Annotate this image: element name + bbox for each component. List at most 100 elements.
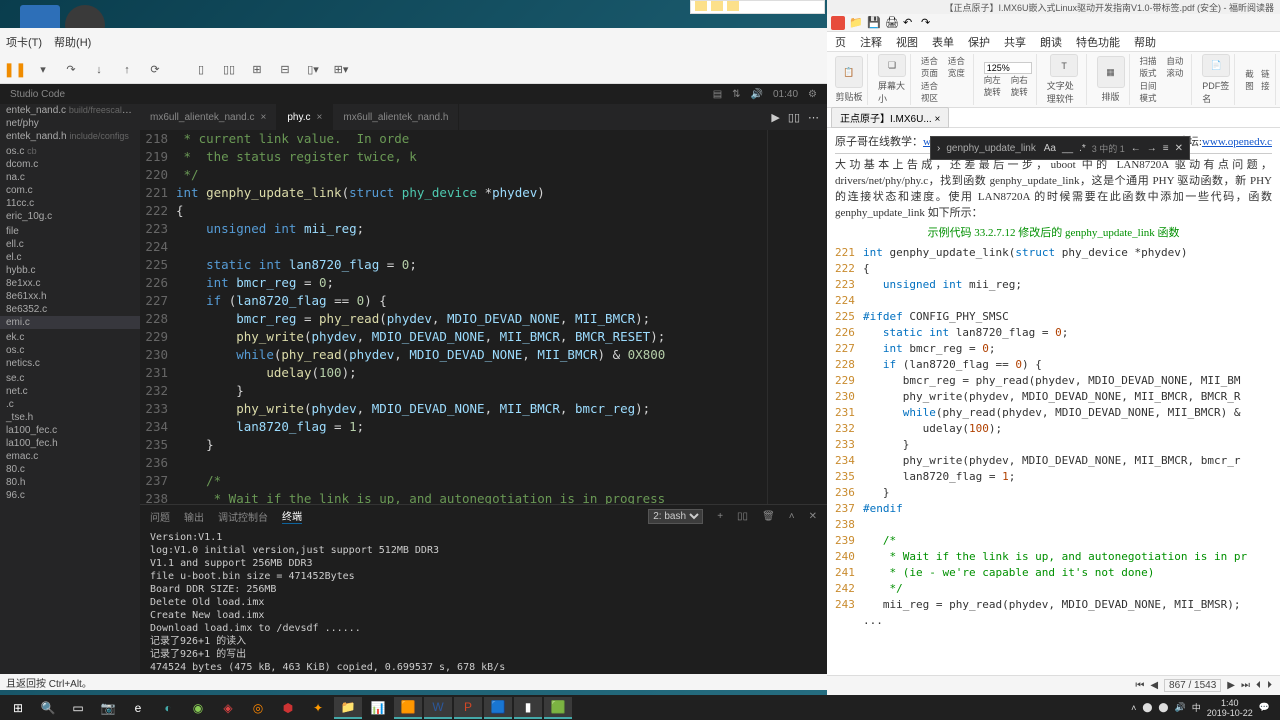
ribbon-btn[interactable]: 自动滚动 xyxy=(1166,55,1187,79)
system-tray[interactable]: ˄ ⬤ ⬤ 🔊 中 1:40 2019-10-22 💬 xyxy=(1125,698,1276,718)
explorer-icon[interactable]: 📁 xyxy=(334,697,362,719)
sign-icon[interactable]: 📄 xyxy=(1202,54,1230,77)
app-icon[interactable]: 🟦 xyxy=(484,697,512,719)
ribbon-btn[interactable]: 向右旋转 xyxy=(1011,74,1032,98)
task-view-icon[interactable]: ▭ xyxy=(64,697,92,719)
menu-item[interactable]: 帮助 xyxy=(1134,34,1156,50)
app-icon[interactable]: 📊 xyxy=(364,697,392,719)
explorer-item[interactable]: net.c xyxy=(0,385,140,398)
redo-icon[interactable]: ↷ xyxy=(921,16,935,30)
explorer-item[interactable]: el.c xyxy=(0,251,140,264)
compare-icon[interactable]: ⇅ xyxy=(732,89,740,100)
edge-icon[interactable]: e xyxy=(124,697,152,719)
explorer-item[interactable]: 96.c xyxy=(0,489,140,502)
explorer-item[interactable]: 80.c xyxy=(0,463,140,476)
explorer-item[interactable]: se.c xyxy=(0,372,140,385)
dropdown-icon[interactable]: ▯▾ xyxy=(304,61,322,79)
plus-icon[interactable]: + xyxy=(717,511,723,522)
explorer-item[interactable]: os.c xyxy=(0,344,140,357)
ime-icon[interactable]: 中 xyxy=(1192,701,1201,714)
app-icon[interactable]: 🟩 xyxy=(544,697,572,719)
terminal[interactable]: Version:V1.1log:V1.0 initial version,jus… xyxy=(140,527,827,674)
panel-tab[interactable]: 终端 xyxy=(282,508,302,524)
gear-icon[interactable]: ⚙ xyxy=(808,89,817,100)
app-icon[interactable]: ✦ xyxy=(304,697,332,719)
chevron-right-icon[interactable]: › xyxy=(937,143,940,154)
fit-icon[interactable]: ❏ xyxy=(878,54,906,77)
more-icon[interactable]: ⋯ xyxy=(808,111,819,124)
next-view-icon[interactable]: ⏵ xyxy=(1267,680,1272,691)
open-icon[interactable]: 📁 xyxy=(849,16,863,30)
explorer-item[interactable]: emi.c xyxy=(0,316,140,329)
ribbon-btn[interactable]: 截图 xyxy=(1245,68,1255,92)
step-into-icon[interactable]: ↓ xyxy=(90,61,108,79)
menu-item[interactable]: 项卡(T) xyxy=(6,34,42,50)
ribbon-btn[interactable]: 日间模式 xyxy=(1140,80,1161,104)
close-icon[interactable]: ✕ xyxy=(809,511,817,522)
volume-icon[interactable]: 🔊 xyxy=(751,89,763,100)
app-icon[interactable]: 🟧 xyxy=(394,697,422,719)
explorer-item[interactable]: ell.c xyxy=(0,238,140,251)
explorer-item[interactable]: ek.c xyxy=(0,331,140,344)
first-page-icon[interactable]: ⏮ xyxy=(1135,680,1144,691)
layout-icon[interactable]: ⊟ xyxy=(276,61,294,79)
explorer-item[interactable]: 11cc.c xyxy=(0,197,140,210)
tray-icon[interactable]: ⬤ xyxy=(1158,702,1168,713)
menu-item[interactable]: 视图 xyxy=(896,34,918,50)
explorer-item[interactable]: netics.c xyxy=(0,357,140,370)
search-icon[interactable]: 🔍 xyxy=(34,697,62,719)
pdf-page[interactable]: 原子哥在线教学：www.yuanzige.com 论坛:www.openedv.… xyxy=(827,128,1280,675)
menu-item[interactable]: 表单 xyxy=(932,34,954,50)
match-case-icon[interactable]: Aa xyxy=(1044,143,1056,154)
ribbon-btn[interactable]: 向左旋转 xyxy=(984,74,1005,98)
terminal-select[interactable]: 2: bash xyxy=(648,509,703,524)
terminal-icon[interactable]: ▮ xyxy=(514,697,542,719)
run-icon[interactable]: ▶ xyxy=(771,111,779,124)
menu-item[interactable]: 朗读 xyxy=(1040,34,1062,50)
whole-word-icon[interactable]: __ xyxy=(1062,143,1073,154)
explorer-item[interactable]: os.c cb xyxy=(0,145,140,158)
zoom-select[interactable] xyxy=(984,62,1032,74)
explorer-item[interactable]: na.c xyxy=(0,171,140,184)
layout-icon[interactable]: ▤ xyxy=(713,89,722,100)
explorer-item[interactable]: entek_nand.c build/freescale/mx6... xyxy=(0,104,140,117)
explorer-item[interactable]: net/phy xyxy=(0,117,140,130)
find-widget[interactable]: › genphy_update_link Aa __ .* 3 中的 1 ← →… xyxy=(930,136,1190,160)
trash-icon[interactable]: 🗑 xyxy=(762,511,775,522)
pause-icon[interactable]: ❚❚ xyxy=(6,61,24,79)
panel-tab[interactable]: 问题 xyxy=(150,509,170,524)
code-lines[interactable]: * current link value. In orde * the stat… xyxy=(176,130,767,504)
find-input[interactable]: genphy_update_link xyxy=(946,143,1037,154)
explorer-item[interactable]: 8e6352.c xyxy=(0,303,140,316)
menu-item[interactable]: 注释 xyxy=(860,34,882,50)
step-out-icon[interactable]: ↑ xyxy=(118,61,136,79)
app-icon[interactable]: ⬢ xyxy=(274,697,302,719)
text-icon[interactable]: T xyxy=(1050,54,1078,77)
chevron-up-icon[interactable]: ˄ xyxy=(1131,703,1136,713)
close-icon[interactable]: × xyxy=(934,114,940,125)
pdf-tab[interactable]: 正点原子】I.MX6U... × xyxy=(831,107,949,128)
next-icon[interactable]: → xyxy=(1147,143,1157,154)
menu-item[interactable]: 保护 xyxy=(968,34,990,50)
app-icon[interactable]: ◈ xyxy=(214,697,242,719)
menu-item[interactable]: 共享 xyxy=(1004,34,1026,50)
clipboard-icon[interactable]: 📋 xyxy=(835,56,863,88)
split-icon[interactable]: ▯▯ xyxy=(737,511,748,522)
app-icon[interactable]: ◎ xyxy=(244,697,272,719)
editor-tab[interactable]: mx6ull_alientek_nand.h xyxy=(333,104,459,130)
layout-icon[interactable]: ▯ xyxy=(192,61,210,79)
ribbon-btn[interactable]: 扫描版式 xyxy=(1140,55,1161,79)
explorer-item[interactable]: .c xyxy=(0,398,140,411)
explorer-item[interactable]: _tse.h xyxy=(0,411,140,424)
ribbon-btn[interactable]: 适合视区 xyxy=(921,80,942,104)
layout-icon[interactable]: ▯▯ xyxy=(220,61,238,79)
app-icon[interactable]: ◐ xyxy=(154,697,182,719)
ribbon-btn[interactable]: 适合页面 xyxy=(921,55,942,79)
prev-icon[interactable]: ← xyxy=(1131,143,1141,154)
next-page-icon[interactable]: ▶ xyxy=(1227,680,1235,691)
split-icon[interactable]: ▯▯ xyxy=(788,111,800,124)
prev-page-icon[interactable]: ◀ xyxy=(1150,680,1158,691)
menu-item[interactable]: 页 xyxy=(835,34,846,50)
explorer[interactable]: entek_nand.c build/freescale/mx6...net/p… xyxy=(0,104,140,674)
link[interactable]: www.openedv.c xyxy=(1202,136,1272,148)
